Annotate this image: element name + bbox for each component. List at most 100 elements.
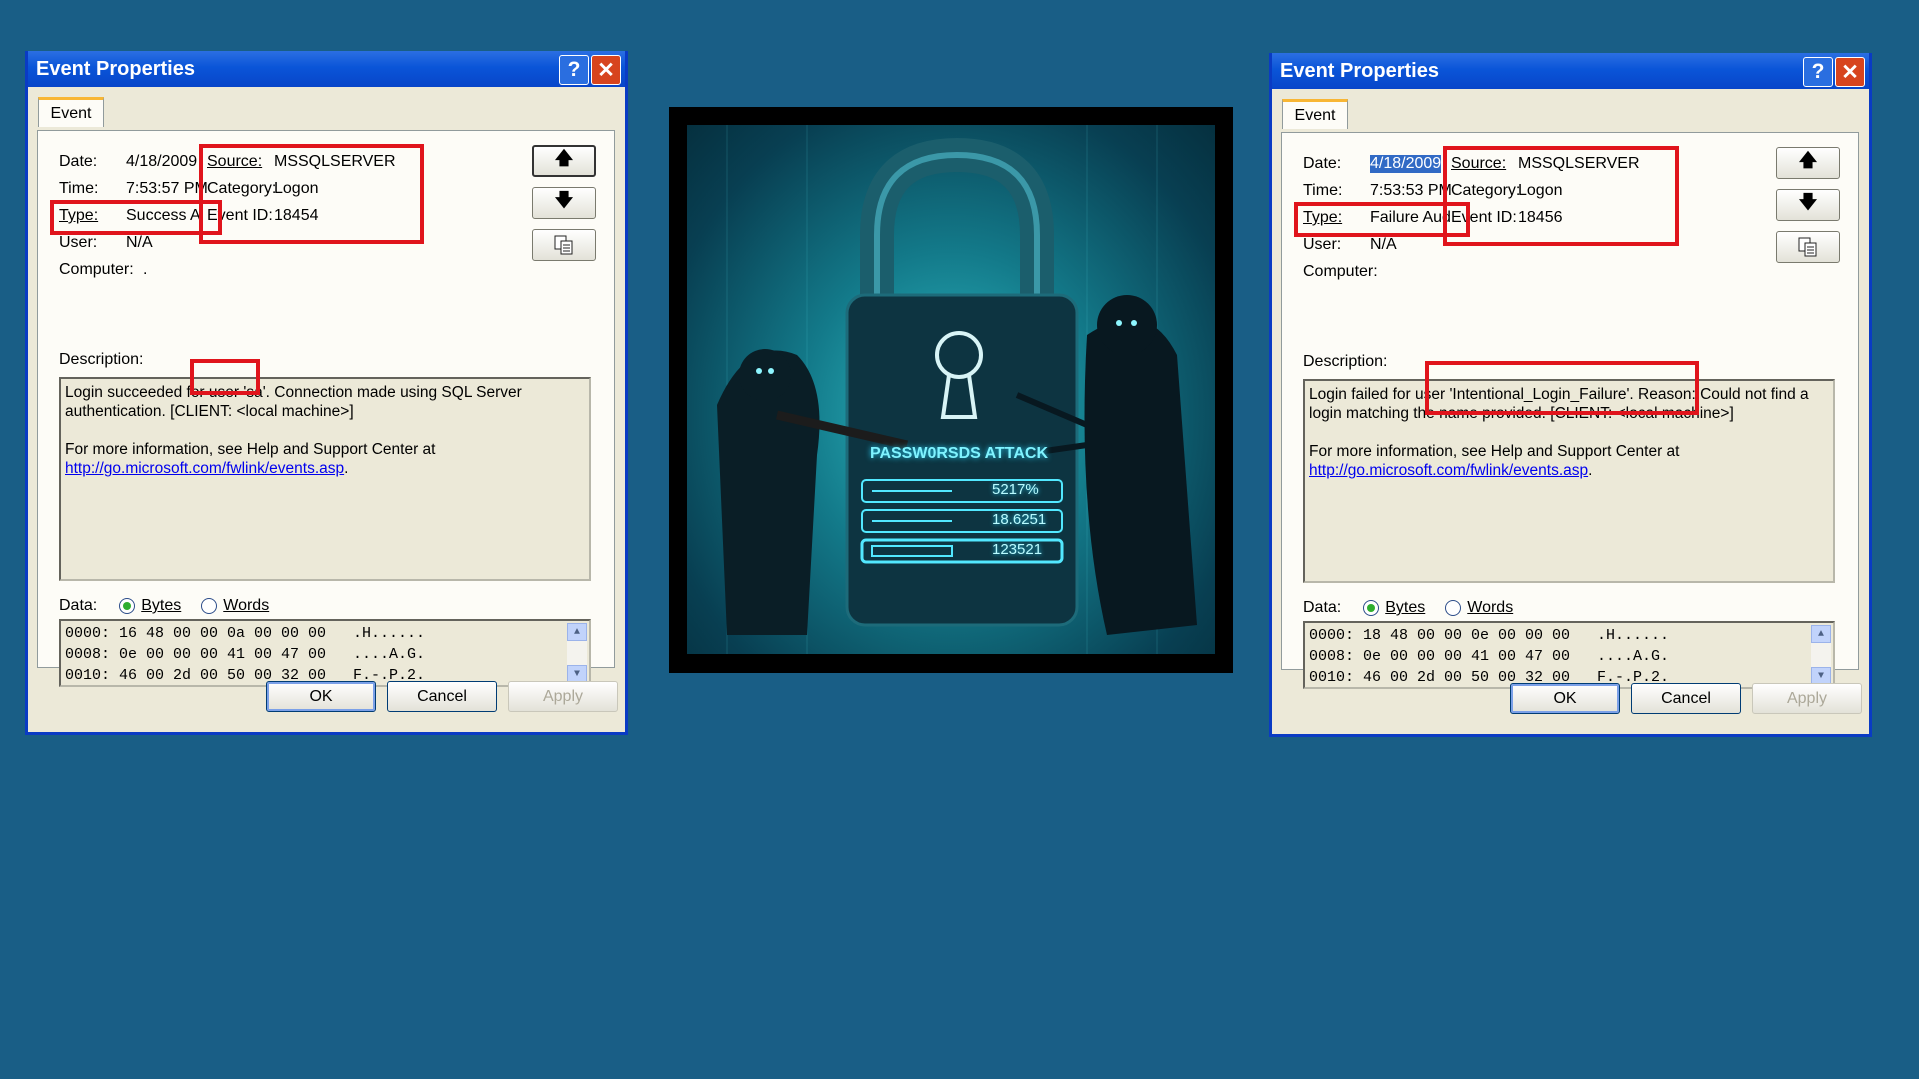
dialog-titlebar[interactable]: Event Properties ? ✕ (28, 51, 625, 87)
previous-event-button[interactable]: 🡅 (1776, 147, 1840, 179)
type-value: Success A (126, 207, 201, 224)
time-value: 7:53:53 PM (1370, 182, 1452, 199)
date-value[interactable]: 4/18/2009 (1370, 155, 1442, 173)
words-radio[interactable] (201, 598, 218, 614)
description-line: authentication. [CLIENT: <local machine>… (65, 403, 354, 420)
category-label: Category: (1451, 182, 1521, 199)
user-label: User: (1303, 236, 1342, 253)
eventid-label: Event ID: (1451, 209, 1517, 226)
dialog-titlebar[interactable]: Event Properties ? ✕ (1272, 53, 1869, 89)
data-format-row: Data: Bytes Words (59, 597, 269, 615)
attack-bar-value: 18.6251 (992, 511, 1047, 528)
ok-button[interactable]: OK (1510, 683, 1620, 714)
date-value: 4/18/2009 (126, 153, 198, 170)
data-format-row: Data: Bytes Words (1303, 599, 1513, 617)
category-value: Logon (1518, 182, 1563, 199)
padlock-scene-image (717, 125, 1197, 654)
apply-button[interactable]: Apply (1752, 683, 1862, 714)
description-label: Description: (59, 351, 144, 368)
help-button[interactable]: ? (1803, 57, 1833, 87)
hex-line: 0000: 18 48 00 00 0e 00 00 00 .H...... (1309, 627, 1670, 644)
event-properties-dialog-right: Event Properties ? ✕ Event Date: 4/18/20… (1269, 53, 1872, 737)
date-label: Date: (59, 153, 98, 170)
source-label: Source: (207, 153, 263, 170)
bytes-radio[interactable] (119, 598, 136, 614)
arrow-down-icon: 🡇 (554, 190, 574, 210)
bytes-label: Bytes (141, 597, 182, 614)
hex-data-box[interactable]: 0000: 18 48 00 00 0e 00 00 00 .H...... 00… (1303, 621, 1835, 689)
close-icon: ✕ (597, 58, 615, 82)
password-attack-illustration: PASSW0RSDS ATTACK 5217% 18.6251 123521 (687, 125, 1215, 654)
event-panel: Date: 4/18/2009 Time: 7:53:53 PM Type: F… (1281, 132, 1859, 689)
type-label: Type: (59, 207, 99, 224)
help-button[interactable]: ? (559, 55, 589, 85)
time-value: 7:53:57 PM (126, 180, 208, 197)
tab-event[interactable]: Event (1282, 99, 1348, 129)
description-box[interactable]: Login succeeded for user 'sa'. Connectio… (59, 377, 591, 581)
help-icon: ? (1811, 60, 1825, 83)
time-label: Time: (1303, 182, 1343, 199)
eventid-value: 18456 (1518, 209, 1563, 226)
source-label: Source: (1451, 155, 1507, 172)
close-button[interactable]: ✕ (591, 55, 621, 85)
help-link[interactable]: http://go.microsoft.com/fwlink/events.as… (65, 460, 344, 477)
eventid-value: 18454 (274, 207, 319, 224)
cancel-button[interactable]: Cancel (1631, 683, 1741, 714)
arrow-up-icon: 🡅 (1798, 150, 1818, 170)
copy-icon (1798, 237, 1817, 257)
type-value: Failure Aud (1370, 209, 1451, 226)
dialog-title: Event Properties (36, 57, 195, 80)
description-line: Login succeeded for user 'sa'. Connectio… (65, 384, 522, 401)
user-value: N/A (1370, 236, 1397, 253)
type-label: Type: (1303, 209, 1343, 226)
bytes-radio[interactable] (1363, 600, 1380, 616)
data-label: Data: (59, 597, 98, 614)
category-value: Logon (274, 180, 319, 197)
ok-button[interactable]: OK (266, 681, 376, 712)
hex-line: 0008: 0e 00 00 00 41 00 47 00 ....A.G. (65, 646, 426, 663)
cancel-button[interactable]: Cancel (387, 681, 497, 712)
dialog-title: Event Properties (1280, 59, 1439, 82)
eventid-label: Event ID: (207, 207, 273, 224)
scroll-up-icon[interactable]: ▲ (567, 623, 587, 641)
source-value: MSSQLSERVER (274, 153, 396, 170)
tab-event[interactable]: Event (38, 97, 104, 127)
attack-bar-value: 5217% (992, 481, 1039, 498)
scrollbar[interactable]: ▲ ▼ (567, 623, 587, 683)
time-label: Time: (59, 180, 99, 197)
source-value: MSSQLSERVER (1518, 155, 1640, 172)
help-link[interactable]: http://go.microsoft.com/fwlink/events.as… (1309, 462, 1588, 479)
previous-event-button[interactable]: 🡅 (532, 145, 596, 177)
close-button[interactable]: ✕ (1835, 57, 1865, 87)
copy-button[interactable] (1776, 231, 1840, 263)
description-line: login matching the name provided. [CLIEN… (1309, 405, 1734, 422)
words-radio[interactable] (1445, 600, 1462, 616)
event-panel: Date: 4/18/2009 Time: 7:53:57 PM Type: S… (37, 130, 615, 687)
scroll-up-icon[interactable]: ▲ (1811, 625, 1831, 643)
description-more-info: For more information, see Help and Suppo… (65, 441, 436, 458)
apply-button[interactable]: Apply (508, 681, 618, 712)
help-icon: ? (567, 58, 581, 81)
data-label: Data: (1303, 599, 1342, 616)
link-suffix: . (344, 460, 349, 477)
hex-data-box[interactable]: 0000: 16 48 00 00 0a 00 00 00 .H...... 00… (59, 619, 591, 687)
next-event-button[interactable]: 🡇 (1776, 189, 1840, 221)
illustration-frame: PASSW0RSDS ATTACK 5217% 18.6251 123521 (669, 107, 1233, 673)
date-label: Date: (1303, 155, 1342, 172)
computer-label: Computer: (1303, 263, 1378, 280)
close-icon: ✕ (1841, 60, 1859, 84)
scrollbar[interactable]: ▲ ▼ (1811, 625, 1831, 685)
arrow-up-icon: 🡅 (554, 148, 574, 168)
attack-banner: PASSW0RSDS ATTACK (869, 445, 1049, 462)
words-label: Words (223, 597, 270, 614)
description-box[interactable]: Login failed for user 'Intentional_Login… (1303, 379, 1835, 583)
words-label: Words (1467, 599, 1514, 616)
hex-line: 0008: 0e 00 00 00 41 00 47 00 ....A.G. (1309, 648, 1670, 665)
copy-button[interactable] (532, 229, 596, 261)
computer-label: Computer: (59, 261, 134, 278)
description-line: Login failed for user 'Intentional_Login… (1309, 386, 1809, 403)
hex-line: 0000: 16 48 00 00 0a 00 00 00 .H...... (65, 625, 426, 642)
next-event-button[interactable]: 🡇 (532, 187, 596, 219)
computer-value: . (143, 261, 148, 278)
attack-bar-value: 123521 (992, 541, 1043, 558)
